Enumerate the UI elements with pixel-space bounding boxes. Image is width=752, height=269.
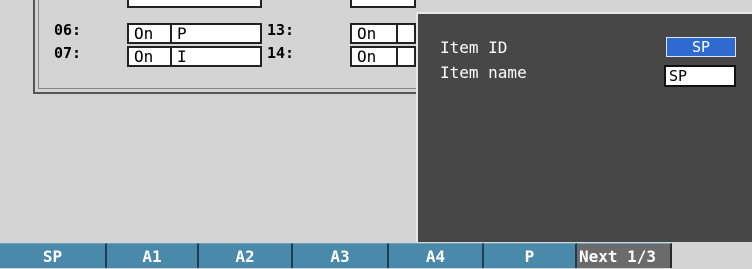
item-id-field[interactable]: SP <box>666 37 736 57</box>
item-name-label: Item name <box>440 63 527 82</box>
softkey-a4[interactable]: A4 <box>389 243 484 268</box>
item-number: 07: <box>54 44 82 62</box>
softkey-a3[interactable]: A3 <box>293 243 389 268</box>
clipped-row-field <box>127 0 262 8</box>
item-number: 14: <box>267 44 295 62</box>
settings-screen: 06: On P 13: On 07: On I 14: On Item ID … <box>0 0 752 268</box>
softkey-p[interactable]: P <box>484 243 577 268</box>
softkey-sp[interactable]: SP <box>0 243 107 268</box>
item-state-field[interactable]: On <box>127 46 172 67</box>
softkey-bar: SP A1 A2 A3 A4 P Next 1/3 <box>0 243 752 268</box>
item-name-field[interactable] <box>397 23 416 44</box>
item-number: 13: <box>267 21 295 39</box>
softkey-a1[interactable]: A1 <box>107 243 199 268</box>
item-state-field[interactable]: On <box>350 46 398 67</box>
clipped-row-field <box>350 0 416 8</box>
softkey-next-page[interactable]: Next 1/3 <box>577 243 672 268</box>
item-name-field[interactable]: P <box>171 23 262 44</box>
item-name-field[interactable] <box>397 46 416 67</box>
softkey-a2[interactable]: A2 <box>199 243 293 268</box>
item-state-field[interactable]: On <box>350 23 398 44</box>
item-state-field[interactable]: On <box>127 23 172 44</box>
item-name-field[interactable]: I <box>171 46 262 67</box>
item-edit-dialog: Item ID Item name SP SP <box>416 12 752 242</box>
item-id-label: Item ID <box>440 38 508 57</box>
item-name-input[interactable]: SP <box>664 65 736 87</box>
item-number: 06: <box>54 21 82 39</box>
